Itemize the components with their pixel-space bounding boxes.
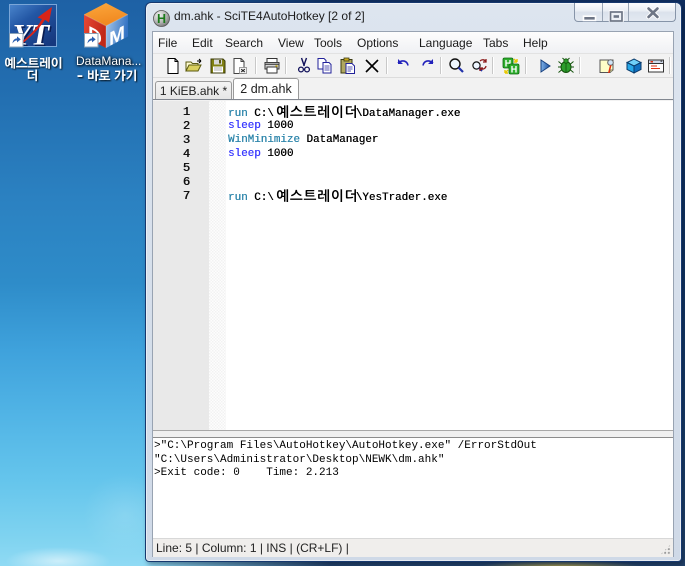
svg-text:H: H bbox=[511, 65, 518, 75]
svg-text:H: H bbox=[157, 12, 166, 26]
